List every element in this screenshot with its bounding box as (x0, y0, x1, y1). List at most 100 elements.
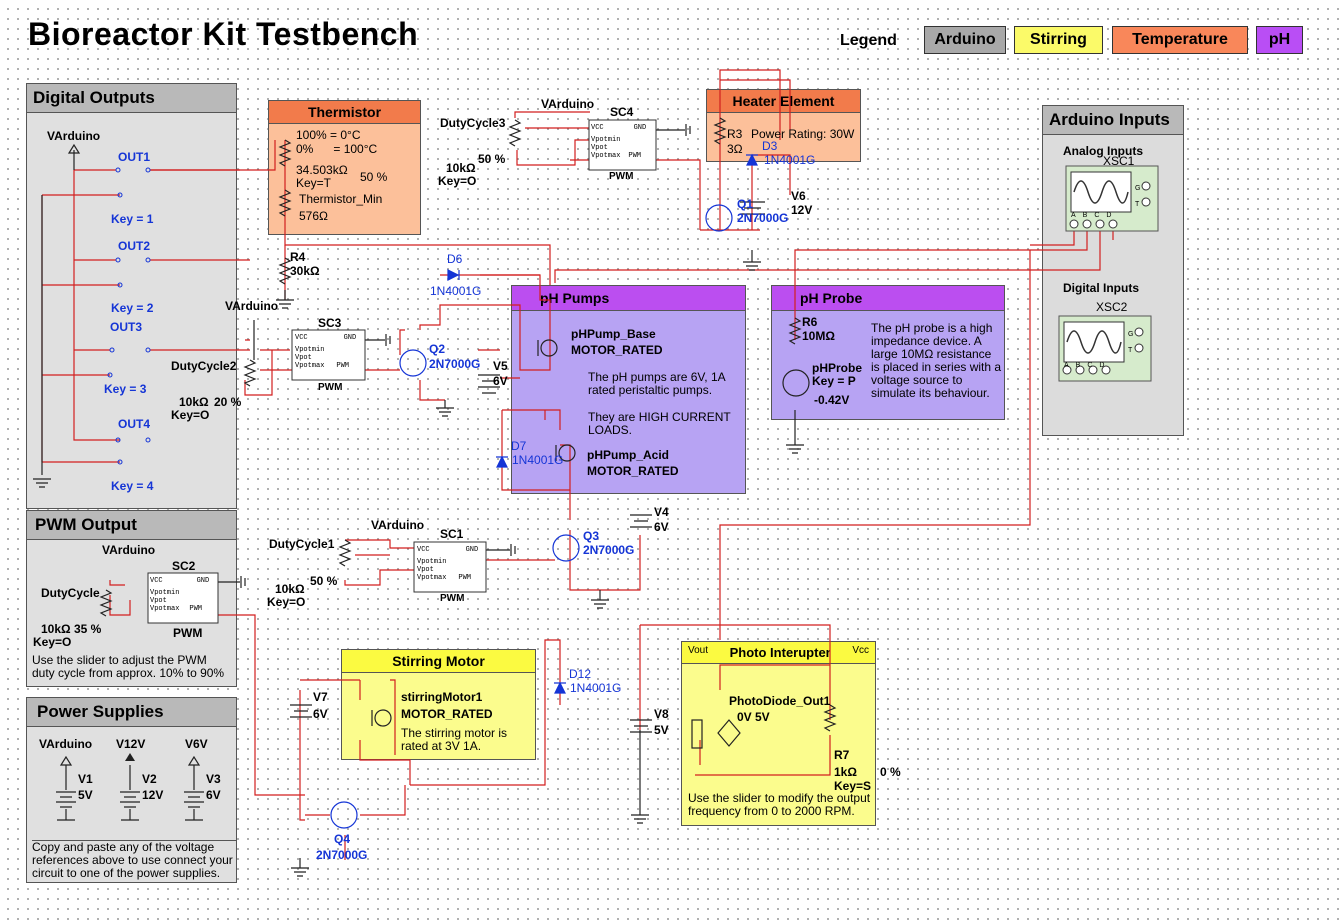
thermistor-value: 34.503kΩ (296, 163, 348, 177)
sc2-pins: VCC GND Vpotmin Vpot Vpotmax PWM (150, 577, 209, 613)
ps-v2-value: 12V (142, 788, 164, 802)
dutycycle-value: 10kΩ 35 % (41, 622, 102, 636)
sc3-pin-vcc: VCC (295, 334, 308, 342)
xsc2-pin-c: C (1087, 362, 1093, 369)
power-supplies-note: Copy and paste any of the voltage refere… (32, 840, 236, 880)
xsc2-pins: A B C D (1064, 362, 1104, 369)
v8-value: 5V (654, 723, 669, 737)
ph-probe-voltage: -0.42V (814, 393, 850, 407)
v5-ref: V5 (493, 359, 508, 373)
out3-label: OUT3 (110, 320, 143, 334)
xsc1-pin-t: T (1135, 201, 1140, 208)
r4-ref: R4 (290, 250, 306, 264)
sc3-pin-vpot: Vpot (295, 354, 312, 362)
xsc1-pins: A B C D (1071, 212, 1111, 219)
pumps-note1: The pH pumps are 6V, 1A rated peristalti… (588, 370, 725, 397)
page-title: Bioreactor Kit Testbench (28, 16, 419, 52)
sc1-pin-pwm: PWM (458, 574, 472, 582)
ps-v12v-label: V12V (116, 737, 146, 751)
sc2-pin-vpotmin: Vpotmin (150, 589, 180, 597)
stirring-motor-title: Stirring Motor (342, 650, 535, 673)
photodiode-name: PhotoDiode_Out1 (729, 694, 831, 708)
ps-v3-ref: V3 (206, 772, 221, 786)
xsc2-pin-d: D (1099, 362, 1105, 369)
d3-ref: D3 (762, 139, 778, 153)
photo-interupter-header: Vout Photo Interupter Vcc (682, 642, 875, 664)
heater-title: Heater Element (707, 90, 860, 113)
sc2-pin-vcc: VCC (150, 577, 163, 585)
ps-v3-value: 6V (206, 788, 221, 802)
xsc2-label: XSC2 (1096, 300, 1128, 314)
v8-ref: V8 (654, 707, 669, 721)
sc3-pin-pwm: PWM (336, 362, 350, 370)
sc1-pwm: PWM (440, 593, 465, 604)
q1-part: 2N7000G (737, 211, 789, 225)
v7-ref: V7 (313, 690, 328, 704)
sc2-pin-gnd: GND (196, 577, 210, 585)
ps-v2-ref: V2 (142, 772, 157, 786)
sc1-pot-name: DutyCycle1 (269, 537, 335, 551)
xsc1-side-pins: G T (1135, 181, 1140, 213)
sc1-ref: SC1 (440, 527, 464, 541)
d6-part: 1N4001G (430, 284, 482, 298)
power-supplies-title: Power Supplies (27, 698, 236, 727)
sc1-pins: VCC GND Vpotmin Vpot Vpotmax PWM (417, 546, 478, 582)
d7-ref: D7 (511, 439, 527, 453)
legend-temperature-label: Temperature (1132, 31, 1228, 48)
legend-label: Legend (840, 32, 897, 49)
v7-value: 6V (313, 707, 328, 721)
ph-probe-title: pH Probe (772, 286, 1004, 311)
legend-ph: pH (1256, 26, 1303, 54)
sc1-pin-vpot: Vpot (417, 566, 434, 574)
v5-value: 6V (493, 374, 508, 388)
sc3-pin-gnd: GND (343, 334, 357, 342)
legend-arduino-label: Arduino (934, 31, 996, 48)
q4-part: 2N7000G (316, 848, 368, 862)
pwm-output-note: Use the slider to adjust the PWM duty cy… (32, 653, 225, 680)
out1-label: OUT1 (118, 150, 151, 164)
r6-value: 10MΩ (802, 329, 835, 343)
d6-ref: D6 (447, 252, 463, 266)
r6-ref: R6 (802, 315, 818, 329)
out4-label: OUT4 (118, 417, 151, 431)
d3-part: 1N4001G (764, 153, 816, 167)
sc3-pot-name: DutyCycle2 (171, 359, 237, 373)
xsc2-side-pins: G T (1128, 327, 1133, 359)
xsc1-pin-g: G (1135, 185, 1141, 192)
sc3-ref: SC3 (318, 316, 342, 330)
pump-base-type: MOTOR_RATED (571, 343, 663, 357)
xsc1-pin-a: A (1071, 212, 1076, 219)
q2-part: 2N7000G (429, 357, 481, 371)
digital-outputs-panel: Digital Outputs (26, 83, 237, 509)
xsc2-pin-g: G (1128, 331, 1134, 338)
ps-v6v-label: V6V (185, 737, 208, 751)
out2-label: OUT2 (118, 239, 151, 253)
digital-outputs-title: Digital Outputs (27, 84, 236, 113)
r7-ref: R7 (834, 748, 850, 762)
r3-ref: R3 (727, 127, 743, 141)
sc3-pot-val: 10kΩ (179, 395, 209, 409)
sc4-pwm: PWM (609, 171, 634, 182)
r3-value: 3Ω (727, 142, 743, 156)
legend-temperature: Temperature (1112, 26, 1248, 54)
sc2-pin-pwm: PWM (189, 605, 203, 613)
v4-ref: V4 (654, 505, 669, 519)
stirring-motor-name: stirringMotor1 (401, 690, 483, 704)
pwm-varduino-label: VArduino (102, 543, 156, 557)
v6-value: 12V (791, 203, 813, 217)
sc1-pin-vcc: VCC (417, 546, 430, 554)
sc3-pot-pct: 20 % (214, 395, 242, 409)
xsc1-pin-c: C (1094, 212, 1100, 219)
key4-label: Key = 4 (111, 479, 154, 493)
thermistor-key: Key=T (296, 176, 332, 190)
digital-varduino-label: VArduino (47, 129, 101, 143)
sc1-pot-val: 10kΩ (275, 582, 305, 596)
sc4-pin-pwm: PWM (628, 152, 642, 160)
thermistor-line1: 100% = 0°C (296, 128, 361, 142)
ps-varduino-label: VArduino (39, 737, 93, 751)
q4-ref: Q4 (334, 832, 351, 846)
ph-probe-note: The pH probe is a high impedance device.… (871, 321, 1002, 400)
sc4-pin-vpotmax: Vpotmax (591, 152, 621, 160)
pump-acid-type: MOTOR_RATED (587, 464, 679, 478)
sc3-key: Key=O (171, 408, 210, 422)
